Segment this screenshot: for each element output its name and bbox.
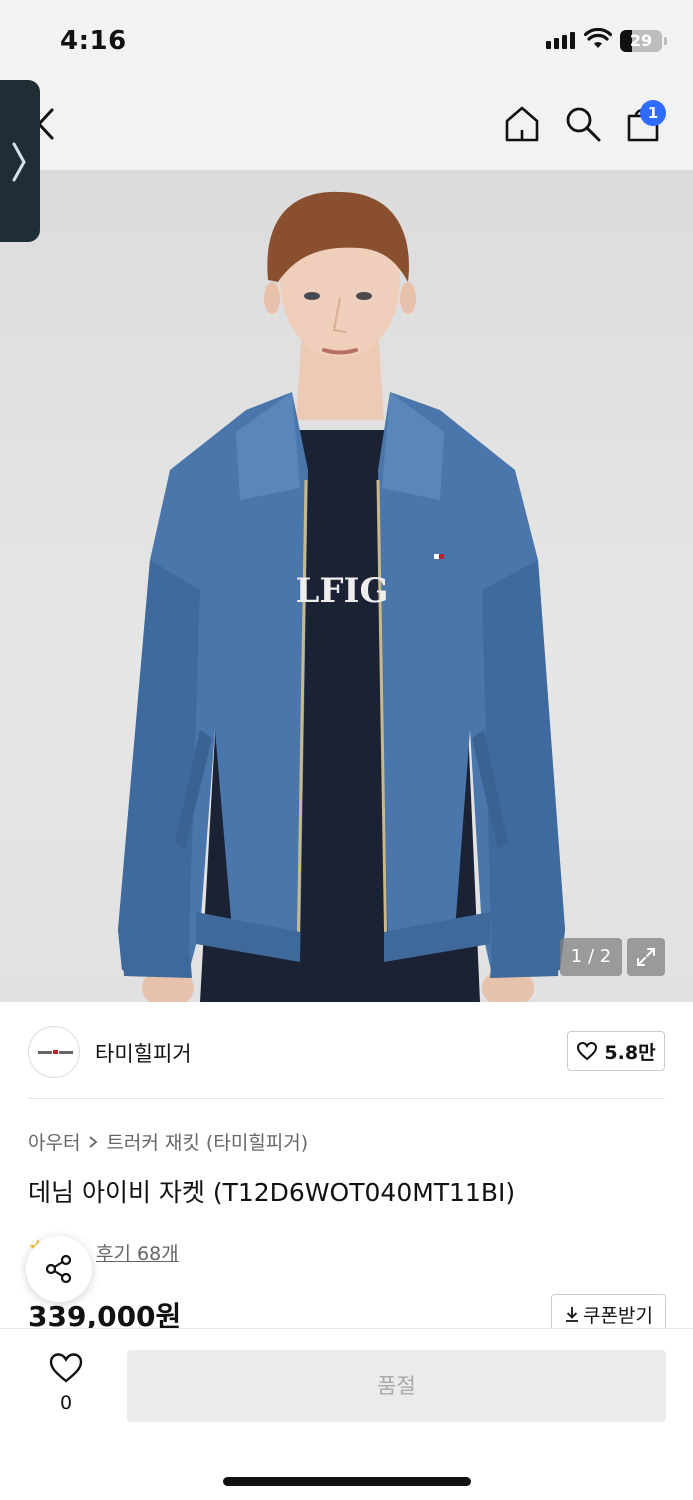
wifi-icon (584, 28, 612, 48)
brand-logo-mark (35, 1050, 75, 1054)
product-title: 데님 아이비 자켓 (T12D6WOT040MT11BI) (28, 1178, 516, 1207)
cart-count-badge: 1 (640, 100, 666, 126)
brand-logo[interactable] (28, 1026, 80, 1078)
home-indicator[interactable] (223, 1477, 471, 1486)
wishlist-count: 0 (59, 1392, 73, 1414)
breadcrumb: 아우터 트러커 재킷 (타미힐피거) (28, 1128, 308, 1155)
brand-name[interactable]: 타미힐피거 (95, 1038, 192, 1068)
battery-nub (664, 37, 667, 45)
search-icon[interactable] (563, 104, 603, 144)
heart-icon (49, 1353, 83, 1383)
brand-like-button[interactable]: 5.8만 (567, 1031, 665, 1071)
signal-icon (546, 32, 575, 49)
coupon-label: 쿠폰받기 (583, 1304, 653, 1327)
side-panel-tab[interactable] (0, 80, 40, 242)
share-button[interactable] (26, 1236, 92, 1302)
battery-level: 29 (629, 31, 653, 50)
brand-like-count: 5.8만 (604, 1041, 656, 1064)
breadcrumb-category[interactable]: 아우터 (28, 1128, 80, 1155)
heart-icon (577, 1041, 598, 1061)
breadcrumb-subcategory[interactable]: 트러커 재킷 (타미힐피거) (106, 1128, 308, 1155)
sold-out-button[interactable]: 품절 (127, 1350, 666, 1422)
side-tab-chevron-icon (12, 142, 26, 182)
image-counter: 1 / 2 (560, 938, 622, 976)
app-header (0, 88, 693, 170)
download-icon (566, 1307, 579, 1322)
expand-icon (637, 948, 655, 966)
model-photo: LFIG (118, 191, 565, 1002)
wishlist-button[interactable] (46, 1352, 86, 1388)
product-image[interactable]: LFIG (0, 170, 693, 1002)
battery-icon: 29 (620, 30, 662, 52)
chevron-right-icon (89, 1135, 98, 1148)
share-icon (45, 1254, 72, 1284)
home-icon[interactable] (503, 104, 541, 144)
shirt-print: LFIG (296, 571, 389, 611)
divider (28, 1098, 665, 1099)
review-link[interactable]: 후기 68개 (96, 1239, 179, 1266)
status-bar: 4:16 29 (0, 0, 693, 88)
expand-image-button[interactable] (627, 938, 665, 976)
status-time: 4:16 (60, 26, 127, 56)
